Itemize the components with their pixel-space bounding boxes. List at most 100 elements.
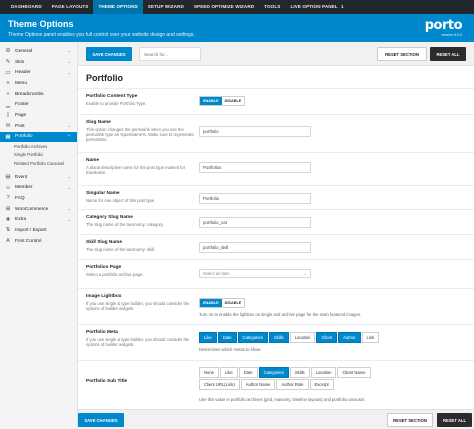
save-changes-button-bottom[interactable]: SAVE CHANGES <box>78 413 124 427</box>
category-slug-input[interactable]: portfolio_cat <box>199 217 311 228</box>
sidebar-item-label: Font Control <box>15 238 42 244</box>
subtitle-chip-categories[interactable]: Categories <box>258 367 289 378</box>
reset-all-button-bottom[interactable]: RESET ALL <box>437 413 472 427</box>
options-bottom-bar: SAVE CHANGES RESET SECTION RESET ALL <box>78 409 474 429</box>
sidebar-item-faq[interactable]: ? FAQ <box>0 193 77 204</box>
subtitle-chip-author-role[interactable]: Author Role <box>276 379 309 390</box>
sidebar-subitem-single-portfolio[interactable]: Single Portfolio <box>0 151 77 160</box>
meta-chip-date[interactable]: Date <box>217 332 237 343</box>
page-icon: ▯ <box>6 112 10 119</box>
sidebar-item-label: General <box>15 48 33 54</box>
option-label: Portfolio Content Type <box>86 94 138 99</box>
version-label: version 6.0.0 <box>441 33 462 37</box>
tab-theme-options[interactable]: THEME OPTIONS <box>93 0 143 14</box>
save-changes-button[interactable]: SAVE CHANGES <box>86 47 132 61</box>
option-note: Turn on to enable the lightbox on single… <box>199 312 362 317</box>
sidebar-item-breadcrumbs[interactable]: » Breadcrumbs <box>0 89 77 100</box>
meta-chip-client[interactable]: Client <box>316 332 338 343</box>
skill-slug-input[interactable]: portfolio_skill <box>199 242 311 253</box>
sidebar-item-member[interactable]: ☺ Member ⌄ <box>0 182 77 193</box>
singular-name-input[interactable]: Portfolio <box>199 193 311 204</box>
subtitle-chip-like[interactable]: Like <box>220 367 238 378</box>
sidebar-item-menu[interactable]: ≡ Menu <box>0 78 77 89</box>
sidebar-item-label: Portfolio <box>15 134 33 140</box>
page-title: Theme Options <box>8 19 74 29</box>
sidebar-item-label: Footer <box>15 102 29 108</box>
subtitle-chip-date[interactable]: Date <box>238 367 258 378</box>
meta-chip-like[interactable]: Like <box>199 332 217 343</box>
option-description: The slug name of the taxonomy: skill. <box>86 247 156 252</box>
option-label: Name <box>86 158 100 163</box>
top-nav: DASHBOARD PAGE LAYOUTS THEME OPTIONS SET… <box>0 0 474 14</box>
option-category-slug-name: Category Slug Name The slug name of the … <box>78 209 474 234</box>
subtitle-chip-location[interactable]: Location <box>310 367 337 378</box>
sidebar-item-extra[interactable]: ✚ Extra ⌄ <box>0 214 77 225</box>
name-input[interactable]: Portfolios <box>199 162 311 173</box>
sidebar-item-event[interactable]: ▤ Event ⌄ <box>0 172 77 183</box>
sidebar-item-label: Breadcrumbs <box>15 91 44 97</box>
sidebar-item-header[interactable]: ▭ Header ⌄ <box>0 67 77 78</box>
option-label: Singular Name <box>86 191 120 196</box>
subtitle-chip-none[interactable]: None <box>199 367 220 378</box>
option-description: If you use single & type builder, you sh… <box>86 301 190 311</box>
meta-chip-link[interactable]: Link <box>361 332 380 343</box>
tab-page-layouts[interactable]: PAGE LAYOUTS <box>47 0 94 14</box>
option-description: Enable to provide Portfolio Type. <box>86 101 147 106</box>
search-input[interactable] <box>139 47 201 61</box>
sidebar-item-font-control[interactable]: A Font Control <box>0 236 77 247</box>
chevron-down-icon: ⌄ <box>67 174 71 180</box>
option-label: Portfolios Page <box>86 265 122 270</box>
toggle-disable[interactable]: DISABLE <box>221 97 245 105</box>
option-name: Name A plural descriptive name for the p… <box>78 152 474 185</box>
import-export-icon: ⇅ <box>5 227 11 234</box>
sidebar-item-label: Extra <box>15 217 27 223</box>
sidebar-item-footer[interactable]: ▁ Footer <box>0 99 77 110</box>
subtitle-chip-author-name[interactable]: Author Name <box>240 379 276 390</box>
tab-tools[interactable]: TOOLS <box>259 0 285 14</box>
sidebar-item-skin[interactable]: ✎ Skin ⌄ <box>0 57 77 68</box>
chevron-down-icon: ⌄ <box>67 48 71 54</box>
sidebar-subitem-related-portfolio-carousel[interactable]: Related Portfolio Carousel <box>0 159 77 168</box>
meta-chip-skills[interactable]: Skills <box>268 332 289 343</box>
chevron-down-icon: ⌄ <box>67 184 71 190</box>
toggle-disable[interactable]: DISABLE <box>221 299 245 307</box>
sidebar-item-woocommerce[interactable]: ⊞ WooCommerce ⌄ <box>0 204 77 215</box>
tab-live-option-panel[interactable]: LIVE OPTION PANEL 1 <box>285 0 348 14</box>
subtitle-chip-excerpt[interactable]: Excerpt <box>309 379 334 390</box>
member-icon: ☺ <box>5 184 11 191</box>
sidebar-subitem-portfolio-archives[interactable]: Portfolio Archives <box>0 142 77 151</box>
sidebar-item-post[interactable]: ✉ Post ⌄ <box>0 121 77 132</box>
toggle-enable[interactable]: ENABLE <box>200 299 222 307</box>
subtitle-chip-client-name[interactable]: Client Name <box>337 367 371 378</box>
reset-section-button[interactable]: RESET SECTION <box>377 47 427 61</box>
toggle-enable[interactable]: ENABLE <box>200 97 222 105</box>
sidebar-item-page[interactable]: ▯ Page <box>0 110 77 121</box>
option-skill-slug-name: Skill Slug Name The slug name of the tax… <box>78 234 474 259</box>
sidebar-item-general[interactable]: ⚙ General ⌄ <box>0 46 77 57</box>
portfolios-page-select[interactable]: Select an item ⌄ <box>199 269 311 278</box>
sidebar-item-portfolio[interactable]: ▦ Portfolio ⌃ <box>0 131 77 143</box>
reset-section-button-bottom[interactable]: RESET SECTION <box>387 413 433 427</box>
post-icon: ✉ <box>5 123 11 130</box>
subtitle-chip-skills[interactable]: Skills <box>289 367 310 378</box>
reset-all-button[interactable]: RESET ALL <box>430 47 466 61</box>
tab-speed-optimize-wizard[interactable]: SPEED OPTIMIZE WIZARD <box>189 0 259 14</box>
option-singular-name: Singular Name Name for one object of thi… <box>78 185 474 209</box>
slug-name-input[interactable]: portfolio <box>199 126 311 137</box>
meta-chip-categories[interactable]: Categories <box>237 332 268 343</box>
chevron-down-icon: ⌄ <box>303 271 307 276</box>
brush-icon: ✎ <box>5 59 11 66</box>
sidebar-item-label: WooCommerce <box>15 206 49 212</box>
meta-chip-author[interactable]: Author <box>338 332 361 343</box>
content-type-toggle[interactable]: ENABLE DISABLE <box>199 96 246 106</box>
sidebar-item-label: Event <box>15 174 28 180</box>
option-note: Determines which metas to show <box>199 347 261 352</box>
subtitle-chip-client-url[interactable]: Client URL(Link) <box>199 379 240 390</box>
sidebar-item-import-export[interactable]: ⇅ Import / Export <box>0 225 77 236</box>
tab-dashboard[interactable]: DASHBOARD <box>6 0 47 14</box>
meta-chip-location[interactable]: Location <box>289 332 316 343</box>
option-label: Portfolio Meta <box>86 330 118 335</box>
option-image-lightbox: Image Lightbox If you use single & type … <box>78 288 474 324</box>
lightbox-toggle[interactable]: ENABLE DISABLE <box>199 298 246 308</box>
tab-setup-wizard[interactable]: SETUP WIZARD <box>143 0 189 14</box>
